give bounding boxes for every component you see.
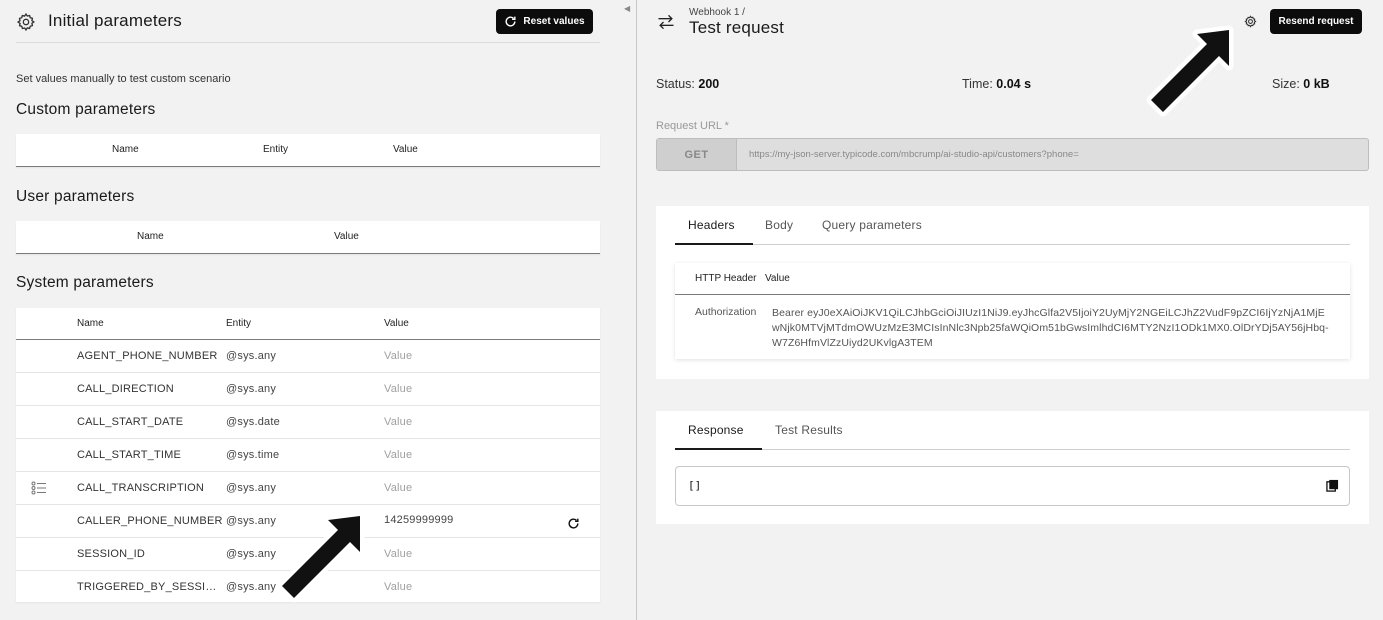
hint-text: Set values manually to test custom scena… (16, 73, 231, 85)
param-name: AGENT_PHONE_NUMBER (77, 350, 218, 362)
request-tabs: Headers Body Query parameters (675, 206, 1350, 245)
col-http-header: HTTP Header (695, 273, 757, 284)
header-value: Bearer eyJ0eXAiOiJKV1QiLCJhbGciOiJIUzI1N… (772, 307, 1329, 349)
table-row: CALL_TRANSCRIPTION @sys.any Value (16, 472, 600, 505)
time-label: Time: (962, 77, 993, 91)
test-request-title: Test request (689, 18, 785, 37)
tab-headers[interactable]: Headers (688, 218, 735, 232)
col-value: Value (334, 231, 359, 242)
list-icon[interactable] (31, 481, 47, 495)
custom-parameters-title: Custom parameters (16, 101, 156, 118)
response-text: [] (688, 479, 702, 492)
request-url-input: https://my-json-server.typicode.com/mbcr… (749, 149, 1079, 160)
param-name: CALL_DIRECTION (77, 383, 174, 395)
param-name: TRIGGERED_BY_SESSION... (77, 581, 225, 593)
col-name: Name (77, 318, 104, 329)
headers-table: HTTP Header Value Authorization Bearer e… (675, 263, 1350, 359)
table-row: CALL_START_DATE @sys.date Value (16, 406, 600, 439)
table-header: Name Entity Value (16, 134, 600, 167)
param-entity: @sys.any (226, 350, 277, 362)
table-row: CALL_DIRECTION @sys.any Value (16, 373, 600, 406)
param-name: CALL_START_DATE (77, 416, 184, 428)
param-name: SESSION_ID (77, 548, 146, 560)
resend-request-button[interactable]: Resend request (1270, 9, 1362, 34)
param-value-input[interactable]: Value (384, 548, 412, 560)
status-stat: Status: 200 (656, 77, 719, 91)
col-value: Value (393, 144, 418, 155)
col-entity: Entity (263, 144, 289, 155)
param-value-input[interactable]: 14259999999 (384, 514, 454, 526)
request-details-panel: Headers Body Query parameters HTTP Heade… (656, 206, 1369, 379)
tab-response[interactable]: Response (688, 423, 744, 437)
param-name: CALLER_PHONE_NUMBER (77, 515, 223, 527)
gear-icon (16, 12, 35, 32)
col-entity: Entity (226, 318, 252, 329)
refresh-icon (505, 16, 516, 27)
user-parameters-table: Name Value (16, 221, 600, 254)
reset-values-button[interactable]: Reset values (496, 9, 593, 34)
param-entity: @sys.any (226, 383, 277, 395)
left-panel-header: Initial parameters Reset values (16, 8, 600, 43)
reset-values-label: Reset values (523, 16, 585, 27)
active-tab-indicator (675, 448, 762, 450)
param-entity: @sys.date (226, 416, 280, 428)
param-value-input[interactable]: Value (384, 416, 412, 428)
custom-parameters-table: Name Entity Value (16, 134, 600, 167)
reset-value-icon[interactable] (567, 517, 580, 530)
col-value: Value (765, 273, 790, 284)
param-entity: @sys.time (226, 449, 280, 461)
status-value: 200 (698, 77, 720, 91)
copy-icon[interactable] (1326, 479, 1339, 492)
param-value-input[interactable]: Value (384, 581, 412, 593)
panel-divider[interactable] (636, 0, 637, 620)
col-name: Name (112, 144, 139, 155)
page-title: Initial parameters (48, 11, 182, 30)
param-value-input[interactable]: Value (384, 449, 412, 461)
param-entity: @sys.any (226, 482, 277, 494)
param-name: CALL_TRANSCRIPTION (77, 482, 205, 494)
tab-body[interactable]: Body (765, 218, 793, 232)
col-value: Value (384, 318, 409, 329)
status-label: Status: (656, 77, 695, 91)
method-select: GET (657, 139, 737, 170)
response-panel: Response Test Results [] (656, 411, 1369, 524)
collapse-panel-icon[interactable]: ◀ (624, 4, 630, 13)
settings-icon[interactable] (1244, 15, 1257, 28)
col-name: Name (137, 231, 164, 242)
response-body: [] (675, 466, 1350, 506)
annotation-arrow-icon (277, 511, 365, 603)
table-header: Name Entity Value (16, 308, 600, 340)
request-url-label: Request URL * (656, 120, 729, 132)
size-label: Size: (1272, 77, 1300, 91)
system-parameters-title: System parameters (16, 274, 154, 291)
param-value-input[interactable]: Value (384, 383, 412, 395)
header-key: Authorization (695, 306, 757, 318)
swap-arrows-icon (658, 14, 674, 30)
param-value-input[interactable]: Value (384, 482, 412, 494)
annotation-arrow-icon (1146, 25, 1234, 117)
tab-test-results[interactable]: Test Results (775, 423, 843, 437)
table-header: Name Value (16, 221, 600, 254)
tab-query-parameters[interactable]: Query parameters (822, 218, 922, 232)
request-url-field: GET https://my-json-server.typicode.com/… (656, 138, 1369, 171)
breadcrumb[interactable]: Webhook 1 / (689, 7, 745, 18)
time-stat: Time: 0.04 s (962, 77, 1031, 91)
size-value: 0 kB (1303, 77, 1330, 91)
time-value: 0.04 s (996, 77, 1032, 91)
param-value-input[interactable]: Value (384, 350, 412, 362)
size-stat: Size: 0 kB (1272, 77, 1330, 91)
response-tabs: Response Test Results (675, 411, 1350, 450)
user-parameters-title: User parameters (16, 188, 135, 205)
param-name: CALL_START_TIME (77, 449, 182, 461)
table-header: HTTP Header Value (675, 263, 1350, 295)
table-row: AGENT_PHONE_NUMBER @sys.any Value (16, 340, 600, 373)
table-row: CALL_START_TIME @sys.time Value (16, 439, 600, 472)
active-tab-indicator (675, 243, 753, 245)
